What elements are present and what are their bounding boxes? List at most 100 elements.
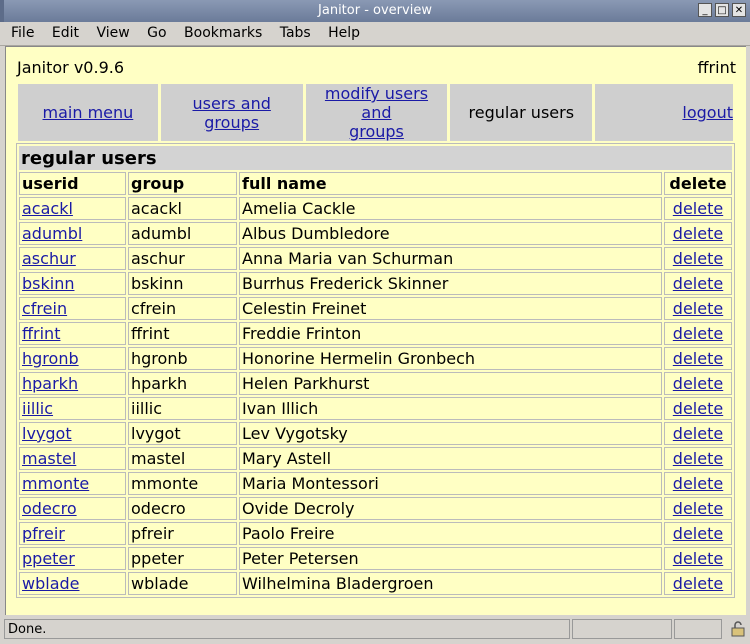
cell-fullname: Freddie Frinton (239, 322, 662, 345)
delete-link[interactable]: delete (673, 474, 723, 493)
menu-help[interactable]: Help (328, 22, 360, 45)
userid-link[interactable]: aschur (22, 249, 76, 268)
userid-link[interactable]: hgronb (22, 349, 79, 368)
delete-link[interactable]: delete (673, 399, 723, 418)
cell-fullname: Amelia Cackle (239, 197, 662, 220)
menu-bookmarks[interactable]: Bookmarks (184, 22, 262, 45)
delete-link[interactable]: delete (673, 324, 723, 343)
table-row: acackl acackl Amelia Cackle delete (19, 197, 732, 220)
delete-link[interactable]: delete (673, 549, 723, 568)
userid-link[interactable]: adumbl (22, 224, 82, 243)
menu-edit[interactable]: Edit (52, 22, 79, 45)
app-title: Janitor v0.9.6 (17, 58, 125, 77)
nav-modify-line1: modify users and (324, 84, 429, 122)
cell-userid: pfreir (19, 522, 126, 545)
nav-cell-modify: modify users and groups (305, 84, 448, 141)
cell-delete: delete (664, 397, 732, 420)
userid-link[interactable]: ppeter (22, 549, 75, 568)
cell-fullname: Honorine Hermelin Gronbech (239, 347, 662, 370)
cell-delete: delete (664, 197, 732, 220)
delete-link[interactable]: delete (673, 574, 723, 593)
col-header-fullname: full name (239, 172, 662, 195)
userid-link[interactable]: acackl (22, 199, 73, 218)
nav-cell-users-groups: users and groups (160, 84, 303, 141)
userid-link[interactable]: mmonte (22, 474, 89, 493)
cell-group: hparkh (128, 372, 237, 395)
table-row: ffrint ffrint Freddie Frinton delete (19, 322, 732, 345)
delete-link[interactable]: delete (673, 224, 723, 243)
delete-link[interactable]: delete (673, 449, 723, 468)
userid-link[interactable]: iillic (22, 399, 53, 418)
cell-delete: delete (664, 572, 732, 595)
table-title: regular users (19, 146, 732, 170)
userid-link[interactable]: cfrein (22, 299, 67, 318)
maximize-icon[interactable]: □ (715, 3, 729, 17)
delete-link[interactable]: delete (673, 349, 723, 368)
menu-file[interactable]: File (11, 22, 34, 45)
userid-link[interactable]: hparkh (22, 374, 78, 393)
cell-userid: hparkh (19, 372, 126, 395)
userid-link[interactable]: ffrint (22, 324, 60, 343)
nav-current-page: regular users (450, 84, 593, 141)
delete-link[interactable]: delete (673, 299, 723, 318)
cell-fullname: Helen Parkhurst (239, 372, 662, 395)
window-titlebar[interactable]: Janitor - overview _ □ ✕ (0, 0, 750, 22)
userid-link[interactable]: mastel (22, 449, 76, 468)
cell-group: hgronb (128, 347, 237, 370)
delete-link[interactable]: delete (673, 499, 723, 518)
menubar: File Edit View Go Bookmarks Tabs Help (0, 22, 750, 46)
table-row: mastel mastel Mary Astell delete (19, 447, 732, 470)
close-icon[interactable]: ✕ (732, 3, 746, 17)
userid-link[interactable]: pfreir (22, 524, 65, 543)
cell-userid: odecro (19, 497, 126, 520)
cell-delete: delete (664, 547, 732, 570)
status-text: Done. (4, 619, 570, 639)
cell-delete: delete (664, 472, 732, 495)
cell-delete: delete (664, 347, 732, 370)
table-row: mmonte mmonte Maria Montessori delete (19, 472, 732, 495)
cell-group: ppeter (128, 547, 237, 570)
cell-group: wblade (128, 572, 237, 595)
cell-userid: wblade (19, 572, 126, 595)
current-user: ffrint (697, 58, 736, 77)
delete-link[interactable]: delete (673, 424, 723, 443)
delete-link[interactable]: delete (673, 199, 723, 218)
menu-view[interactable]: View (96, 22, 129, 45)
nav-logout-link[interactable]: logout (682, 103, 733, 122)
nav-bar: main menu users and groups modify users … (15, 84, 736, 141)
table-row: ppeter ppeter Peter Petersen delete (19, 547, 732, 570)
minimize-icon[interactable]: _ (698, 3, 712, 17)
delete-link[interactable]: delete (673, 274, 723, 293)
delete-link[interactable]: delete (673, 524, 723, 543)
cell-group: ffrint (128, 322, 237, 345)
cell-userid: aschur (19, 247, 126, 270)
nav-cell-main-menu: main menu (18, 84, 158, 141)
cell-delete: delete (664, 447, 732, 470)
userid-link[interactable]: odecro (22, 499, 77, 518)
cell-delete: delete (664, 497, 732, 520)
table-row: iillic iillic Ivan Illich delete (19, 397, 732, 420)
delete-link[interactable]: delete (673, 374, 723, 393)
nav-users-groups-link[interactable]: users and groups (192, 94, 270, 132)
nav-main-menu-link[interactable]: main menu (43, 103, 134, 122)
cell-userid: bskinn (19, 272, 126, 295)
cell-group: mmonte (128, 472, 237, 495)
cell-userid: cfrein (19, 297, 126, 320)
cell-group: pfreir (128, 522, 237, 545)
userid-link[interactable]: bskinn (22, 274, 74, 293)
nav-modify-link[interactable]: modify users and groups (325, 84, 428, 141)
menu-go[interactable]: Go (147, 22, 166, 45)
cell-userid: mastel (19, 447, 126, 470)
cell-userid: iillic (19, 397, 126, 420)
userid-link[interactable]: wblade (22, 574, 80, 593)
table-row: aschur aschur Anna Maria van Schurman delet… (19, 247, 732, 270)
cell-delete: delete (664, 247, 732, 270)
delete-link[interactable]: delete (673, 249, 723, 268)
cell-group: adumbl (128, 222, 237, 245)
cell-fullname: Celestin Freinet (239, 297, 662, 320)
table-row: hparkh hparkh Helen Parkhurst delete (19, 372, 732, 395)
cell-group: bskinn (128, 272, 237, 295)
menu-tabs[interactable]: Tabs (280, 22, 311, 45)
userid-link[interactable]: lvygot (22, 424, 72, 443)
cell-fullname: Wilhelmina Bladergroen (239, 572, 662, 595)
